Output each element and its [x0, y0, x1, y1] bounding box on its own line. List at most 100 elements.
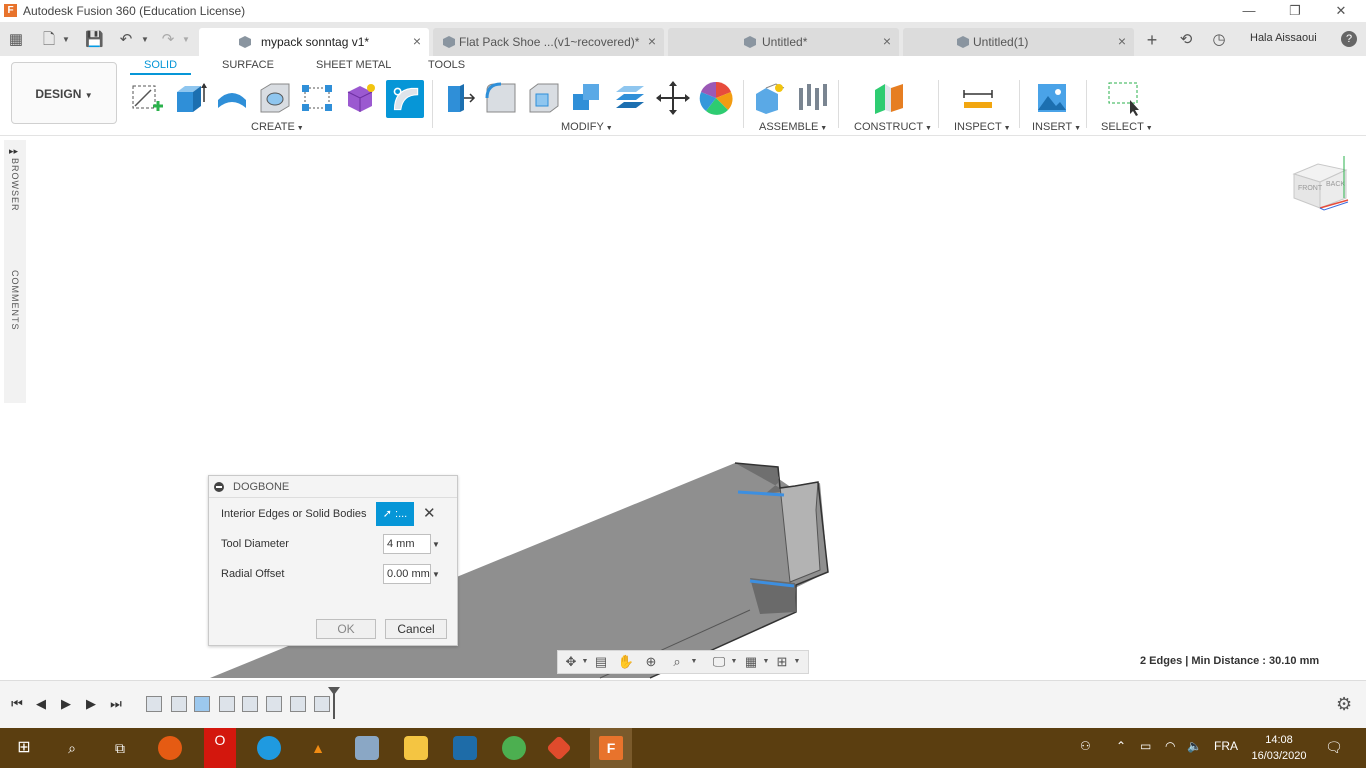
go-to-start-icon[interactable]: ⏮	[9, 696, 25, 712]
extrude-icon[interactable]	[171, 80, 207, 116]
timeline-feature-pattern[interactable]	[219, 696, 235, 712]
fusion-taskbar-button[interactable]: F	[590, 728, 632, 768]
close-tab-icon[interactable]: ×	[883, 33, 891, 49]
vlc-icon[interactable]: ▲	[306, 736, 330, 760]
tab-mypack-sonntag[interactable]: mypack sonntag v1* ×	[199, 28, 429, 56]
appearance-icon[interactable]	[698, 80, 734, 116]
opera-icon[interactable]: O	[204, 728, 236, 768]
timeline-feature-extrude[interactable]	[194, 696, 210, 712]
app-grid-icon[interactable]: ▦	[7, 31, 25, 49]
shell-icon[interactable]	[526, 80, 562, 116]
new-component-icon[interactable]	[752, 80, 788, 116]
radial-offset-dropdown-icon[interactable]: ▼	[432, 570, 440, 579]
redo-chevron-icon[interactable]: ▼	[177, 31, 195, 49]
fit-icon[interactable]: ⌕	[668, 654, 686, 670]
tool-diameter-input[interactable]: 4 mm	[383, 534, 431, 554]
user-name[interactable]: Hala Aissaoui	[1250, 32, 1317, 44]
combine-icon[interactable]	[569, 80, 605, 116]
redo-icon[interactable]: ↷	[159, 31, 177, 49]
tab-sheet-metal[interactable]: SHEET METAL	[316, 59, 391, 71]
measure-icon[interactable]	[960, 80, 996, 116]
browser-toggle[interactable]: BROWSER	[10, 158, 20, 212]
offset-face-icon[interactable]	[612, 80, 648, 116]
collapse-icon[interactable]	[214, 482, 224, 492]
timeline-feature-sketch[interactable]	[146, 696, 162, 712]
move-icon[interactable]	[655, 80, 691, 116]
tab-solid[interactable]: SOLID	[130, 59, 192, 75]
close-window-button[interactable]: ✕	[1318, 2, 1364, 20]
timeline-feature-pattern[interactable]	[266, 696, 282, 712]
system-clock[interactable]: 14:08 16/03/2020	[1250, 732, 1308, 764]
radial-offset-input[interactable]: 0.00 mm	[383, 564, 431, 584]
tool-diameter-dropdown-icon[interactable]: ▼	[432, 540, 440, 549]
zoom-icon[interactable]: ⊕	[642, 654, 660, 670]
pan-icon[interactable]: ✋	[617, 654, 635, 670]
save-icon[interactable]: 💾	[85, 31, 104, 49]
tab-untitled[interactable]: Untitled* ×	[668, 28, 899, 56]
timeline-marker[interactable]	[328, 687, 340, 719]
timeline-settings-gear-icon[interactable]: ⚙	[1336, 694, 1352, 715]
hole-icon[interactable]	[257, 80, 293, 116]
new-tab-plus-icon[interactable]: +	[1143, 31, 1161, 49]
look-at-icon[interactable]: ▤	[592, 654, 610, 670]
timeline-feature-pattern[interactable]	[242, 696, 258, 712]
select-menu[interactable]: SELECT ▼	[1101, 121, 1153, 133]
workspace-switcher[interactable]: DESIGN ▼	[11, 62, 117, 124]
step-forward-icon[interactable]: ▶	[83, 696, 99, 712]
close-tab-icon[interactable]: ×	[413, 33, 421, 49]
comments-toggle[interactable]: COMMENTS	[10, 270, 20, 331]
help-icon[interactable]: ?	[1341, 31, 1357, 47]
dialog-header[interactable]: DOGBONE	[209, 476, 457, 498]
clear-selection-icon[interactable]: ✕	[423, 504, 436, 522]
tab-tools[interactable]: TOOLS	[428, 59, 465, 71]
search-icon[interactable]: ⌕	[60, 736, 84, 760]
tray-chevron-icon[interactable]: ⌃	[1116, 739, 1126, 753]
assemble-menu[interactable]: ASSEMBLE ▼	[759, 121, 827, 133]
inspect-menu[interactable]: INSPECT ▼	[954, 121, 1011, 133]
close-tab-icon[interactable]: ×	[648, 33, 656, 49]
restore-button[interactable]: ❐	[1272, 2, 1318, 20]
git-icon[interactable]	[546, 735, 572, 761]
insert-image-icon[interactable]	[1034, 80, 1070, 116]
chrome-icon[interactable]	[502, 736, 526, 760]
select-window-icon[interactable]	[1106, 80, 1142, 116]
go-to-end-icon[interactable]: ⏭	[108, 696, 124, 712]
create-form-icon[interactable]	[342, 80, 378, 116]
viewports-chevron-icon[interactable]: ▼	[788, 654, 806, 670]
language-indicator[interactable]: FRA	[1214, 739, 1238, 753]
edge-selection-button[interactable]: ➚ :...	[376, 502, 414, 526]
step-back-icon[interactable]: ◀	[33, 696, 49, 712]
tab-flat-pack-shoe[interactable]: Flat Pack Shoe ...(v1~recovered)* ×	[433, 28, 664, 56]
wifi-icon[interactable]: ◠	[1165, 739, 1175, 753]
view-cube[interactable]: FRONT BACK	[1290, 152, 1350, 212]
press-pull-icon[interactable]	[440, 80, 476, 116]
cancel-button[interactable]: Cancel	[385, 619, 447, 639]
windows-start-icon[interactable]: ⊞	[12, 736, 36, 760]
create-sketch-icon[interactable]	[129, 80, 165, 116]
ok-button[interactable]: OK	[316, 619, 376, 639]
undo-chevron-icon[interactable]: ▼	[136, 31, 154, 49]
offset-plane-icon[interactable]	[871, 80, 907, 116]
dogbone-tool-button[interactable]	[386, 80, 424, 118]
extensions-icon[interactable]: ⟲	[1177, 31, 1195, 49]
joint-icon[interactable]	[795, 80, 831, 116]
file-menu-icon[interactable]: 🗋	[40, 31, 58, 49]
timeline-feature-fillet[interactable]	[314, 696, 330, 712]
app-icon[interactable]	[453, 736, 477, 760]
job-status-icon[interactable]: ◷	[1210, 31, 1228, 49]
close-tab-icon[interactable]: ×	[1118, 33, 1126, 49]
tab-untitled-1[interactable]: Untitled(1) ×	[903, 28, 1134, 56]
expand-arrows-icon[interactable]: ▸▸	[9, 146, 18, 157]
battery-icon[interactable]: ▭	[1140, 739, 1151, 753]
file-explorer-icon[interactable]	[404, 736, 428, 760]
create-menu[interactable]: CREATE ▼	[251, 121, 304, 133]
notifications-icon[interactable]: 🗨	[1325, 739, 1343, 756]
construct-menu[interactable]: CONSTRUCT ▼	[854, 121, 932, 133]
timeline-feature-fillet[interactable]	[290, 696, 306, 712]
paint-icon[interactable]	[355, 736, 379, 760]
display-chevron-icon[interactable]: ▼	[725, 654, 743, 670]
volume-icon[interactable]: 🔈	[1187, 739, 1202, 753]
fillet-icon[interactable]	[483, 80, 519, 116]
insert-menu[interactable]: INSERT ▼	[1032, 121, 1081, 133]
file-menu-chevron-icon[interactable]: ▼	[57, 31, 75, 49]
